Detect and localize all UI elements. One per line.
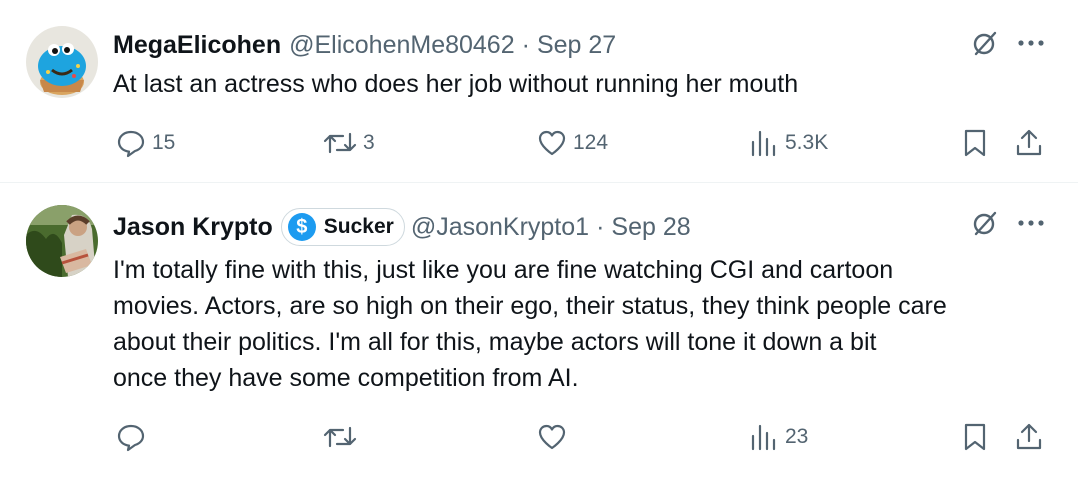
- share-button[interactable]: [1014, 417, 1044, 457]
- retweet-button[interactable]: [323, 417, 363, 457]
- timestamp[interactable]: Sep 27: [537, 31, 616, 60]
- tweet-text-line: movies. Actors, are so high on their ego…: [113, 292, 947, 320]
- share-icon: [1014, 422, 1044, 452]
- tweet[interactable]: Jason Krypto $ Sucker @JasonKrypto1 · Se…: [0, 184, 1078, 492]
- grok-icon[interactable]: [972, 210, 998, 236]
- views-count: 5.3K: [785, 131, 829, 154]
- tweet-text-line: At last an actress who does her job with…: [113, 70, 799, 98]
- bookmark-icon: [961, 422, 989, 452]
- more-icon[interactable]: [1018, 39, 1044, 47]
- tweet-text-line: once they have some competition from AI.: [113, 364, 579, 392]
- dollar-icon: $: [287, 213, 316, 241]
- like-button[interactable]: 124: [537, 123, 608, 163]
- views-button[interactable]: 5.3K: [749, 123, 828, 163]
- bookmark-button[interactable]: [961, 417, 989, 457]
- handle[interactable]: @ElicohenMe80462: [289, 31, 515, 60]
- tweet-header: Jason Krypto $ Sucker @JasonKrypto1 · Se…: [113, 208, 691, 246]
- retweet-count: 3: [363, 131, 375, 154]
- retweet-icon: [323, 422, 357, 452]
- avatar[interactable]: [26, 26, 98, 98]
- more-icon[interactable]: [1018, 219, 1044, 227]
- tweet-text-line: about their politics. I'm all for this, …: [113, 328, 877, 356]
- views-button[interactable]: 23: [749, 417, 808, 457]
- display-name[interactable]: MegaElicohen: [113, 31, 281, 60]
- tweet-top-actions: [972, 210, 1044, 236]
- display-name[interactable]: Jason Krypto: [113, 213, 273, 242]
- reply-button[interactable]: [116, 417, 152, 457]
- like-count: 124: [573, 131, 609, 154]
- reply-count: 15: [152, 131, 176, 154]
- reply-icon: [116, 422, 146, 452]
- tweet[interactable]: MegaElicohen @ElicohenMe80462 · Sep 27 A…: [0, 0, 1078, 183]
- like-button[interactable]: [537, 417, 573, 457]
- badge-label: Sucker: [323, 215, 394, 238]
- like-icon: [537, 422, 567, 452]
- timestamp[interactable]: Sep 28: [611, 213, 690, 242]
- avatar[interactable]: [26, 205, 98, 277]
- retweet-button[interactable]: 3: [323, 123, 375, 163]
- tweet-text-line: I'm totally fine with this, just like yo…: [113, 256, 894, 284]
- tweet-actions: 15 3 124 5.3K: [0, 123, 1078, 163]
- views-count: 23: [785, 425, 809, 448]
- bookmark-icon: [961, 128, 989, 158]
- affiliate-badge[interactable]: $ Sucker: [280, 208, 405, 246]
- retweet-icon: [323, 128, 357, 158]
- separator: ·: [521, 30, 530, 59]
- reply-button[interactable]: 15: [116, 123, 175, 163]
- grok-icon[interactable]: [972, 30, 998, 56]
- tweet-top-actions: [972, 30, 1044, 56]
- tweet-text: I'm totally fine with this, just like yo…: [113, 252, 1058, 396]
- tweet-actions: 23: [0, 417, 1078, 457]
- tweet-text: At last an actress who does her job with…: [113, 66, 1013, 102]
- tweet-header: MegaElicohen @ElicohenMe80462 · Sep 27: [113, 28, 616, 62]
- bookmark-button[interactable]: [961, 123, 989, 163]
- reply-icon: [116, 128, 146, 158]
- share-button[interactable]: [1014, 123, 1044, 163]
- views-icon: [749, 422, 779, 452]
- handle[interactable]: @JasonKrypto1: [411, 213, 589, 242]
- share-icon: [1014, 128, 1044, 158]
- views-icon: [749, 128, 779, 158]
- separator: ·: [596, 212, 605, 241]
- like-icon: [537, 128, 567, 158]
